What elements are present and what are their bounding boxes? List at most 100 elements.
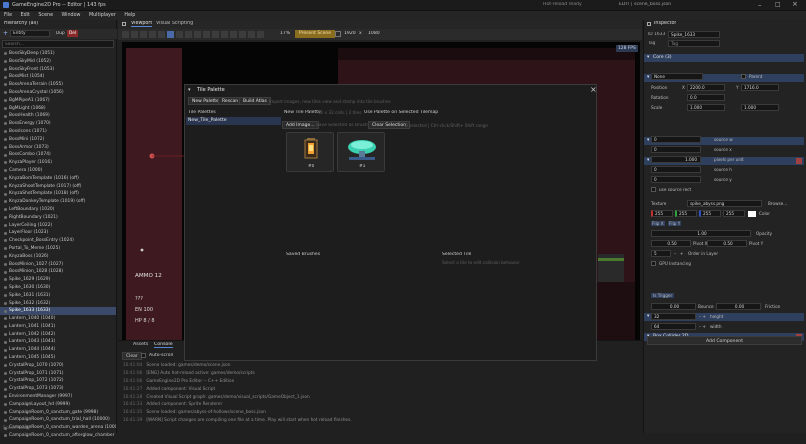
scale-x-field[interactable]: 1.000	[687, 104, 725, 111]
hierarchy-item[interactable]: Spike_1632 (1632)	[0, 300, 116, 308]
hierarchy-item[interactable]: KnyzaBomTemplate (1016) (off)	[0, 175, 116, 183]
menu-file[interactable]: File	[4, 13, 12, 18]
ppu-field[interactable]: 1.000	[651, 156, 701, 163]
tile-item[interactable]: #0	[286, 132, 334, 172]
rotate-tool-icon[interactable]	[185, 31, 192, 38]
hierarchy-item[interactable]: Lantern_1045 (1045)	[0, 354, 116, 362]
palette-close-icon[interactable]: ×	[590, 85, 597, 94]
step-icon[interactable]	[140, 31, 147, 38]
hierarchy-item[interactable]: BossCombo (1074)	[0, 151, 116, 159]
order-in-layer-field[interactable]: 5	[651, 250, 671, 257]
entity-dropdown[interactable]: Entity	[10, 30, 50, 37]
menu-multiplayer[interactable]: Multiplayer	[89, 13, 116, 18]
palette-list-item[interactable]: New_Tile_Palette	[186, 117, 281, 125]
hierarchy-item[interactable]: CampaignRoom_0_sanctum_gate (9998)	[0, 409, 116, 417]
parent-checkbox[interactable]	[741, 74, 746, 79]
menu-edit[interactable]: Edit	[21, 13, 30, 18]
close-icon[interactable]: ×	[792, 0, 798, 8]
source-h-field[interactable]: 0	[651, 166, 701, 173]
hierarchy-item[interactable]: Spike_1631 (1631)	[0, 292, 116, 300]
friction-field[interactable]: 0.00	[716, 303, 761, 310]
tab-visual-scripting[interactable]: Visual Scripting	[156, 21, 193, 26]
hierarchy-item[interactable]: LayerFloor (1023)	[0, 229, 116, 237]
hierarchy-item[interactable]: BossArenaCrystal (1056)	[0, 89, 116, 97]
hierarchy-item[interactable]: Lantern_1044 (1044)	[0, 346, 116, 354]
hierarchy-item[interactable]: BossHealth (1069)	[0, 112, 116, 120]
hierarchy-item[interactable]: BossSkyFront (1053)	[0, 66, 116, 74]
hierarchy-item[interactable]: BossSkyDeep (1051)	[0, 50, 116, 58]
color-swatch[interactable]	[748, 211, 756, 217]
hierarchy-item[interactable]: BossIcons (1071)	[0, 128, 116, 136]
hierarchy-item[interactable]: RightBoundary (1021)	[0, 214, 116, 222]
entity-name-field[interactable]: Spike_1633	[668, 31, 720, 38]
hierarchy-search-input[interactable]	[2, 40, 114, 48]
hierarchy-item[interactable]: KnyzaBoss (1026)	[0, 253, 116, 261]
source-x-field[interactable]: 0	[651, 146, 701, 153]
gpu-instancing-checkbox[interactable]	[651, 261, 656, 266]
hierarchy-item[interactable]: CampaignRoom_0_sanctum_afterglow_chamber…	[0, 432, 116, 440]
tab-viewport[interactable]: Viewport	[131, 21, 153, 27]
pause-icon[interactable]	[131, 31, 138, 38]
hierarchy-item[interactable]: BossSkyMid (1052)	[0, 58, 116, 66]
snap-tool-icon[interactable]	[230, 31, 237, 38]
hierarchy-item[interactable]: BossMini (1072)	[0, 136, 116, 144]
color-a-field[interactable]: 255	[723, 210, 745, 217]
hierarchy-item[interactable]: CampaignLayout_hd (9999)	[0, 401, 116, 409]
record-icon[interactable]	[158, 31, 165, 38]
minimize-icon[interactable]: –	[758, 1, 762, 9]
add-entity-icon[interactable]: +	[3, 30, 8, 37]
select-tool-icon[interactable]	[167, 31, 174, 38]
position-y-field[interactable]: 1716.0	[741, 84, 779, 91]
use-palette-button[interactable]: Use Palette on Selected Tilemap	[364, 110, 438, 115]
hierarchy-item[interactable]: CrystalProp_1071 (1071)	[0, 370, 116, 378]
collapse-icon[interactable]: ▾	[188, 87, 191, 93]
hierarchy-item[interactable]: BossArenaTerrain (1055)	[0, 81, 116, 89]
menu-window[interactable]: Window	[62, 13, 81, 18]
move-tool-icon[interactable]	[176, 31, 183, 38]
flip-x-toggle[interactable]: Flip X	[651, 221, 665, 226]
hierarchy-item[interactable]: BgMPipeA1 (1067)	[0, 97, 116, 105]
hierarchy-item[interactable]: Lantern_1040 (1040)	[0, 315, 116, 323]
use-source-checkbox[interactable]	[651, 187, 656, 192]
gizmo-tool-icon[interactable]	[239, 31, 246, 38]
source-w-field[interactable]: 0	[651, 136, 701, 143]
add-component-button[interactable]: Add Component	[647, 336, 802, 345]
hierarchy-item[interactable]: LeftBoundary (1020)	[0, 206, 116, 214]
hierarchy-item[interactable]: BossEnergy (1070)	[0, 120, 116, 128]
collider-height-field[interactable]: 32	[651, 313, 696, 320]
add-image-button[interactable]: Add Image...	[282, 121, 319, 129]
hierarchy-item[interactable]: Spike_1630 (1630)	[0, 284, 116, 292]
width-stepper[interactable]: – +	[699, 324, 706, 329]
hierarchy-item[interactable]: LayerCeiling (1022)	[0, 222, 116, 230]
delete-button[interactable]: Del	[67, 30, 79, 37]
is-trigger-toggle[interactable]: Is Trigger	[651, 293, 675, 298]
save-brush-button[interactable]: Save Selected as Brush	[316, 123, 368, 128]
hierarchy-item[interactable]: BossMinion_1028 (1028)	[0, 268, 116, 276]
stop-icon[interactable]	[149, 31, 156, 38]
hierarchy-item[interactable]: Spike_1629 (1629)	[0, 276, 116, 284]
build-atlas-button[interactable]: Build Atlas	[239, 97, 271, 105]
source-y-field[interactable]: 0	[651, 176, 701, 183]
hierarchy-item[interactable]: Lantern_1043 (1043)	[0, 338, 116, 346]
position-x-field[interactable]: 2200.0	[687, 84, 725, 91]
entity-tag-field[interactable]: Tag	[668, 40, 720, 47]
tab-assets[interactable]: Assets	[133, 342, 148, 347]
resolution-width[interactable]: 1920	[344, 31, 356, 36]
clear-console-button[interactable]: Clear	[122, 352, 142, 360]
menu-scene[interactable]: Scene	[38, 13, 53, 18]
menu-help[interactable]: Help	[124, 13, 135, 18]
hierarchy-item[interactable]: Spike_1633 (1633)	[0, 307, 116, 316]
parent-dropdown[interactable]: None	[651, 73, 703, 80]
flip-y-toggle[interactable]: Flip Y	[668, 221, 682, 226]
zoom-out-icon[interactable]	[248, 31, 255, 38]
tile-item[interactable]: #1	[337, 132, 385, 172]
pivot-x-field[interactable]: 0.50	[651, 240, 691, 247]
hierarchy-item[interactable]: BossArmor (1073)	[0, 144, 116, 152]
resolution-height[interactable]: 1080	[368, 31, 380, 36]
hierarchy-item[interactable]: KnyzaShotTemplate (1018) (off)	[0, 190, 116, 198]
scale-y-field[interactable]: 1.000	[741, 104, 779, 111]
color-g-field[interactable]: 255	[675, 210, 697, 217]
order-plus-button[interactable]: +	[680, 251, 684, 256]
core-section-header[interactable]: ▾ Core (3)	[644, 54, 804, 62]
opacity-field[interactable]: 1.00	[651, 230, 751, 237]
